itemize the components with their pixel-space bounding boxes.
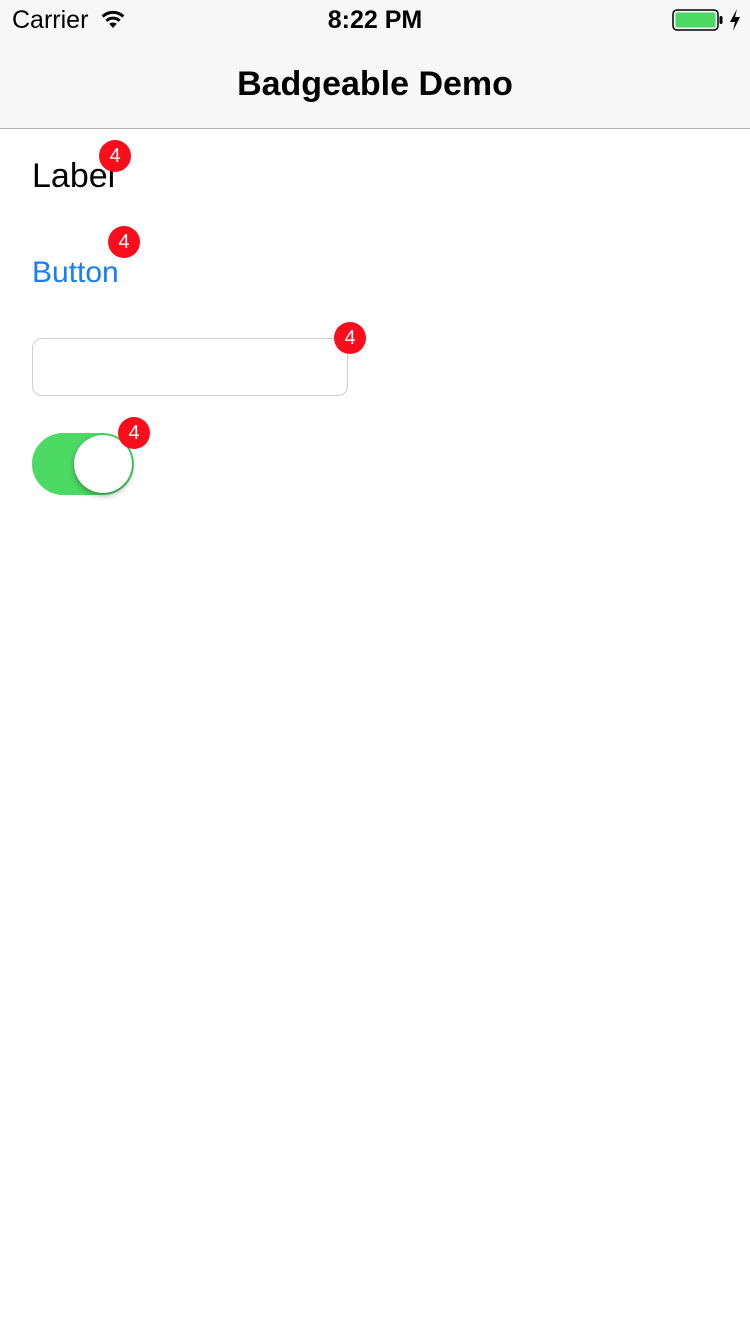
- navigation-bar: Badgeable Demo: [0, 40, 750, 129]
- page-title: Badgeable Demo: [237, 65, 513, 103]
- button-badge: 4: [108, 226, 140, 258]
- battery-icon: [672, 9, 723, 31]
- demo-button[interactable]: Button: [32, 253, 119, 293]
- label-badge: 4: [99, 140, 131, 172]
- status-time: 8:22 PM: [327, 6, 423, 34]
- status-bar: Carrier 8:22 PM: [0, 0, 750, 40]
- demo-toggle[interactable]: [32, 433, 134, 495]
- bolt-icon: [730, 9, 740, 31]
- text-field-badge: 4: [334, 322, 366, 354]
- demo-text-field[interactable]: [32, 338, 348, 396]
- toggle-badge: 4: [118, 417, 150, 449]
